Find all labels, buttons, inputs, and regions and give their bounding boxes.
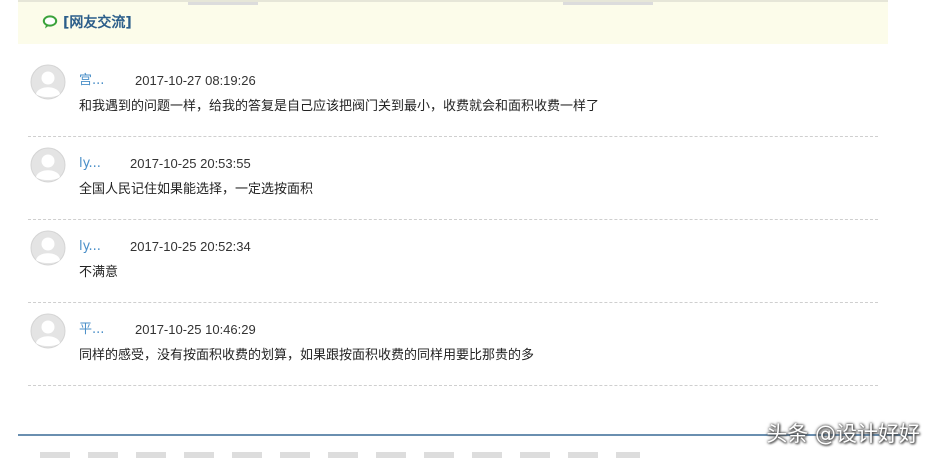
avatar[interactable] [30, 147, 66, 183]
comment-username[interactable]: 平... [79, 322, 104, 338]
comment-timestamp: 2017-10-25 20:53:55 [130, 156, 251, 171]
comment-item: 宫... 2017-10-27 08:19:26 和我遇到的问题一样，给我的答复… [28, 58, 878, 137]
watermark: 头条 @设计好好 [766, 422, 920, 446]
section-header: [网友交流] [18, 0, 888, 44]
comment-item: ly... 2017-10-25 20:52:34 不满意 [28, 224, 878, 303]
comment-item: 平... 2017-10-25 10:46:29 同样的感受，没有按面积收费的划… [28, 307, 878, 386]
speech-bubble-icon [42, 14, 58, 30]
avatar[interactable] [30, 64, 66, 100]
comment-timestamp: 2017-10-27 08:19:26 [135, 73, 256, 88]
comment-content: 不满意 [79, 265, 119, 280]
comment-item: ly... 2017-10-25 20:53:55 全国人民记住如果能选择，一定… [28, 141, 878, 220]
comment-content: 同样的感受，没有按面积收费的划算，如果跟按面积收费的同样用要比那贵的多 [79, 348, 535, 363]
comment-username[interactable]: ly... [79, 239, 101, 255]
comment-content: 和我遇到的问题一样，给我的答复是自己应该把阀门关到最小，收费就会和面积收费一样了 [79, 99, 600, 114]
header-decoration [188, 2, 258, 5]
comment-timestamp: 2017-10-25 10:46:29 [135, 322, 256, 337]
avatar[interactable] [30, 230, 66, 266]
avatar[interactable] [30, 313, 66, 349]
cut-off-text-row [40, 452, 640, 458]
header-decoration [563, 2, 653, 5]
comment-timestamp: 2017-10-25 20:52:34 [130, 239, 251, 254]
comment-list: 宫... 2017-10-27 08:19:26 和我遇到的问题一样，给我的答复… [28, 58, 878, 390]
comment-username[interactable]: 宫... [79, 73, 104, 89]
comment-username[interactable]: ly... [79, 156, 101, 172]
section-title: [网友交流] [63, 15, 132, 31]
comment-content: 全国人民记住如果能选择，一定选按面积 [79, 182, 314, 197]
